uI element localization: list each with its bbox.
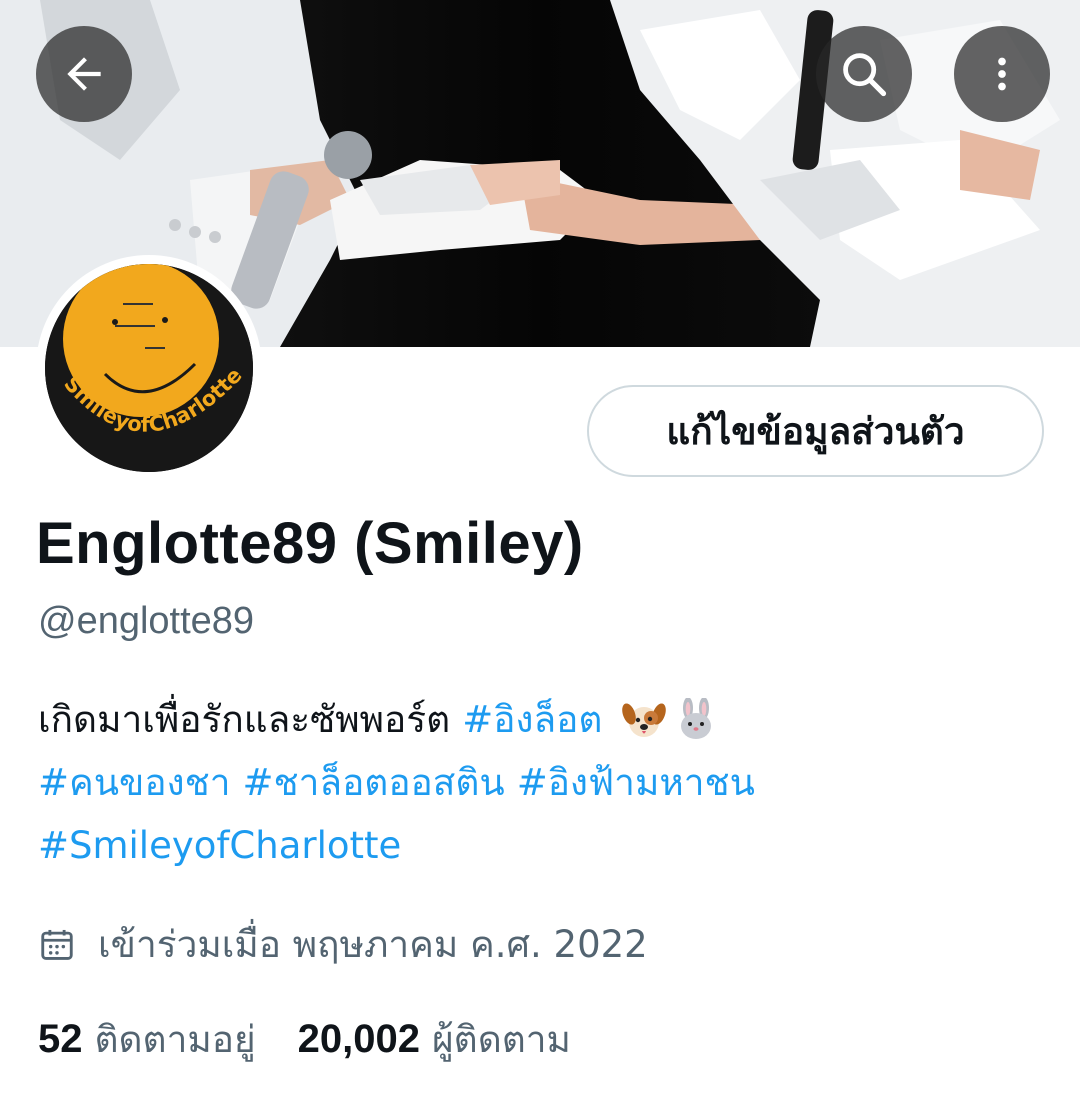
followers-stat[interactable]: 20,002 ผู้ติดตาม (298, 1010, 571, 1069)
more-options-button[interactable] (954, 26, 1050, 122)
following-label: ติดตามอยู่ (94, 1018, 256, 1061)
smiley-logo: SmileyofCharlotte (45, 264, 253, 472)
avatar-image: SmileyofCharlotte (45, 264, 253, 472)
bio-line-3: #SmileyofCharlotte (38, 814, 1048, 877)
hashtag-link[interactable]: #คนของชา (38, 751, 231, 814)
following-stat[interactable]: 52 ติดตามอยู่ (38, 1010, 256, 1069)
edit-profile-label: แก้ไขข้อมูลส่วนตัว (666, 409, 965, 453)
search-button[interactable] (816, 26, 912, 122)
avatar[interactable]: SmileyofCharlotte (36, 255, 262, 481)
joined-date: เข้าร่วมเมื่อ พฤษภาคม ค.ศ. 2022 (38, 915, 648, 974)
user-handle: @englotte89 (38, 600, 255, 642)
joined-text: เข้าร่วมเมื่อ พฤษภาคม ค.ศ. 2022 (98, 923, 648, 966)
profile-bio: เกิดมาเพื่อรักและซัพพอร์ต #อิงล็อต #คนขอ… (38, 688, 1048, 877)
hashtag-link[interactable]: #อิงล็อต (462, 688, 602, 751)
search-icon (843, 53, 887, 97)
display-name: Englotte89 (Smiley) (36, 511, 584, 576)
bio-line-1: เกิดมาเพื่อรักและซัพพอร์ต #อิงล็อต (38, 688, 1048, 751)
bio-line-2: #คนของชา #ชาล็อตออสติน #อิงฟ้ามหาชน (38, 751, 1048, 814)
following-count: 52 (38, 1017, 83, 1061)
hashtag-link[interactable]: #ชาล็อตออสติน (243, 751, 505, 814)
arrow-left-icon (67, 57, 101, 91)
followers-count: 20,002 (297, 1017, 420, 1061)
rabbit-face-emoji (681, 697, 712, 739)
hashtag-link[interactable]: #อิงฟ้ามหาชน (517, 751, 755, 814)
calendar-icon (41, 929, 73, 960)
bio-text: เกิดมาเพื่อรักและซัพพอร์ต (38, 698, 451, 741)
more-vertical-icon (998, 57, 1006, 91)
follow-stats: 52 ติดตามอยู่ 20,002 ผู้ติดตาม (38, 1010, 571, 1069)
hashtag-link[interactable]: #SmileyofCharlotte (38, 814, 401, 877)
dog-face-emoji (622, 702, 667, 737)
back-button[interactable] (36, 26, 132, 122)
edit-profile-button[interactable]: แก้ไขข้อมูลส่วนตัว (587, 385, 1044, 477)
followers-label: ผู้ติดตาม (432, 1018, 571, 1061)
